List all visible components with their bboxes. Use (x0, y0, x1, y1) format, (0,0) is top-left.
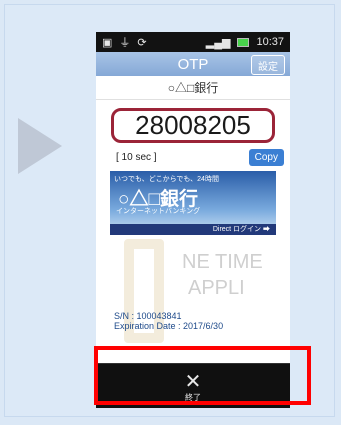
pointer-arrow-icon (18, 118, 62, 174)
status-time: 10:37 (256, 36, 284, 48)
otp-code: 28008205 (111, 108, 275, 143)
sync-icon: ⟳ (137, 36, 147, 49)
status-icons-right: ▂▄▆ 10:37 (206, 36, 284, 49)
expiration-date: Expiration Date : 2017/6/30 (114, 321, 224, 331)
timer-label: [ 10 sec ] (116, 152, 157, 163)
bank-name: ○△□銀行 (96, 76, 290, 100)
bank-banner[interactable]: いつでも、どこからでも、24時間 ○△□銀行 インターネットバンキング Dire… (110, 171, 276, 235)
logo-text-line2: APPLI (188, 277, 245, 299)
timer-row: [ 10 sec ] Copy (96, 149, 290, 166)
status-bar: ▣ ⏚ ⟳ ▂▄▆ 10:37 (96, 32, 290, 52)
app-header: OTP 設定 (96, 52, 290, 76)
signal-icon: ▂▄▆ (205, 36, 231, 49)
logo-text-line1: NE TIME (182, 251, 263, 273)
banner-service: インターネットバンキング (116, 208, 201, 215)
logo-area: NE TIME APPLI S/N : 100043841 Expiration… (96, 235, 290, 347)
usb-icon: ⏚ (119, 37, 131, 49)
banner-login-link[interactable]: Direct ログイン ➡ (110, 224, 276, 235)
banner-tagline: いつでも、どこからでも、24時間 (114, 176, 219, 183)
app-title: OTP (177, 55, 209, 73)
serial-number: S/N : 100043841 (114, 311, 182, 321)
highlight-box (94, 346, 311, 405)
settings-button[interactable]: 設定 (251, 55, 285, 75)
notification-icon: ▣ (102, 36, 113, 49)
copy-button[interactable]: Copy (248, 149, 284, 166)
status-icons-left: ▣ ⏚ ⟳ (102, 34, 147, 50)
battery-icon (237, 37, 250, 47)
